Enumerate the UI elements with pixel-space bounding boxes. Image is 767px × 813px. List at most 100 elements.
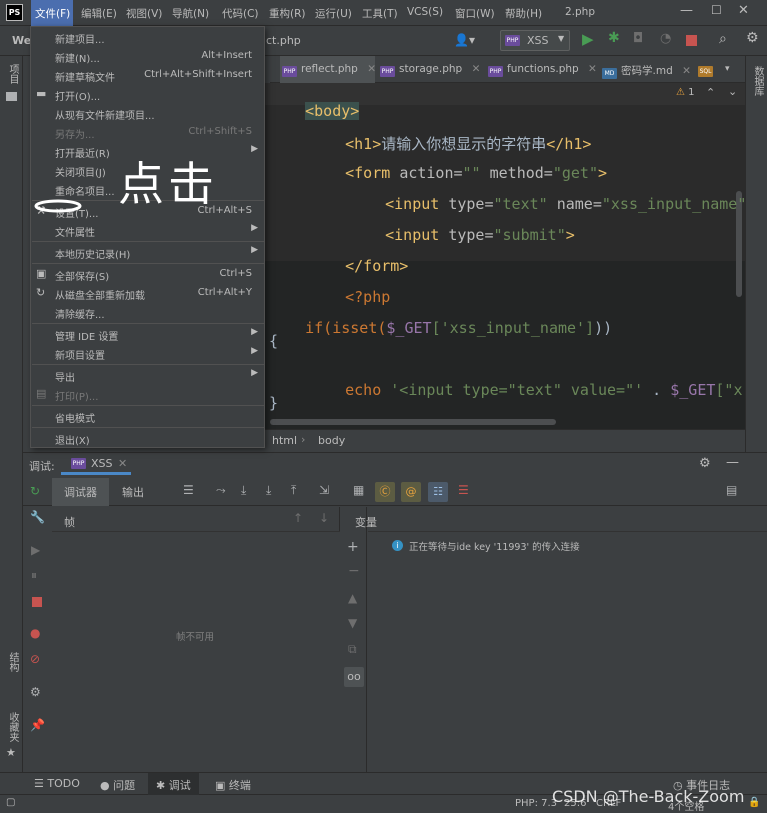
- menu-item-print[interactable]: ▤ 打印(P)...: [31, 385, 264, 404]
- break-on-first-line-icon[interactable]: Ⓒ: [375, 482, 395, 502]
- menu-file[interactable]: 文件(F): [31, 0, 73, 26]
- menu-item-new-from-existing[interactable]: 从现有文件新建项目...: [31, 104, 264, 123]
- minimize-icon[interactable]: —: [680, 3, 693, 18]
- close-icon[interactable]: ✕: [682, 65, 691, 77]
- evaluate-icon[interactable]: ▦: [353, 483, 364, 497]
- force-step-into-icon[interactable]: ⤓: [266, 483, 271, 498]
- settings-icon[interactable]: ⚙: [699, 456, 711, 471]
- menu-lines-icon[interactable]: ☰: [183, 483, 194, 497]
- run-config-select[interactable]: PHP XSS ▼: [500, 30, 570, 51]
- menu-item-local-history[interactable]: 本地历史记录(H) ▶: [31, 243, 264, 262]
- menu-item-manage-ide-settings[interactable]: 管理 IDE 设置 ▶: [31, 325, 264, 344]
- frame-down-icon[interactable]: ↓: [319, 511, 329, 525]
- add-icon[interactable]: +: [347, 539, 359, 555]
- php-version[interactable]: PHP: 7.3: [515, 798, 557, 809]
- mute-breakpoints-icon[interactable]: ⊘: [30, 652, 40, 666]
- view-breakpoints-icon[interactable]: ●: [30, 626, 40, 640]
- list-view-icon[interactable]: ☷: [428, 482, 448, 502]
- debug-session-tab[interactable]: PHP XSS ✕: [61, 453, 131, 475]
- project-tool-button[interactable]: 项目: [5, 64, 20, 84]
- run-icon[interactable]: ▶: [582, 30, 594, 48]
- user-icon[interactable]: 👤▾: [454, 33, 475, 47]
- stop-icon[interactable]: [686, 35, 697, 46]
- pause-icon[interactable]: ⏸: [31, 568, 37, 583]
- menu-view[interactable]: 视图(V): [126, 6, 162, 21]
- menu-item-export[interactable]: 导出 ▶: [31, 366, 264, 385]
- menu-run[interactable]: 运行(U): [315, 6, 352, 21]
- settings-icon[interactable]: ⚙: [746, 30, 759, 46]
- tab-crypto-md[interactable]: MD 密码学.md ✕: [602, 56, 691, 83]
- rerun-icon[interactable]: ↻: [30, 484, 40, 498]
- settings-icon[interactable]: ⚙: [30, 685, 41, 699]
- menu-code[interactable]: 代码(C): [222, 6, 259, 21]
- layout-icon[interactable]: ▤: [726, 483, 737, 497]
- menu-item-file-properties[interactable]: 文件属性 ▶: [31, 221, 264, 240]
- tabs-dropdown-icon[interactable]: ▾: [725, 56, 730, 83]
- frame-up-icon[interactable]: ↑: [293, 511, 303, 525]
- menu-item-open[interactable]: ▬ 打开(O)...: [31, 85, 264, 104]
- step-into-icon[interactable]: ⤓: [241, 483, 246, 498]
- terminal-tool-button[interactable]: ▣ 终端: [215, 777, 251, 793]
- lock-icon[interactable]: 🔒: [748, 797, 760, 808]
- menu-tools[interactable]: 工具(T): [362, 6, 398, 21]
- tab-reflect[interactable]: PHP reflect.php ✕: [280, 56, 376, 83]
- maximize-icon[interactable]: ☐: [711, 3, 722, 17]
- profile-icon[interactable]: ◔: [660, 31, 671, 46]
- tab-debugger[interactable]: 调试器: [52, 478, 109, 506]
- search-icon[interactable]: ⌕: [719, 31, 727, 47]
- menu-navigate[interactable]: 导航(N): [172, 6, 209, 21]
- close-icon[interactable]: ✕: [738, 3, 749, 18]
- nav-down-icon[interactable]: ⌄: [728, 85, 737, 98]
- menu-vcs[interactable]: VCS(S): [407, 6, 443, 18]
- menu-help[interactable]: 帮助(H): [505, 6, 542, 21]
- tab-storage[interactable]: PHP storage.php ✕: [380, 56, 480, 83]
- glasses-icon[interactable]: oo: [344, 667, 364, 687]
- listen-debug-icon[interactable]: @: [401, 482, 421, 502]
- problems-tool-button[interactable]: ● 问题: [100, 777, 135, 793]
- favorites-tool-button[interactable]: 收藏夹: [5, 712, 20, 742]
- step-out-icon[interactable]: ⤒: [291, 483, 296, 498]
- menu-item-save-as[interactable]: 另存为... Ctrl+Shift+S: [31, 123, 264, 142]
- menu-item-invalidate-caches[interactable]: 清除缓存...: [31, 303, 264, 322]
- close-icon[interactable]: ✕: [118, 457, 127, 470]
- code-editor[interactable]: ⚠ 1 ⌃ ⌄ <body> <h1>请输入你想显示的字符串</h1> <for…: [262, 83, 745, 429]
- breadcrumb-item[interactable]: body: [318, 434, 345, 447]
- menu-edit[interactable]: 编辑(E): [81, 6, 117, 21]
- minimize-panel-icon[interactable]: —: [726, 455, 739, 470]
- warning-indicator[interactable]: ⚠ 1: [676, 87, 695, 98]
- menu-item-new-scratch[interactable]: 新建草稿文件 Ctrl+Alt+Shift+Insert: [31, 66, 264, 85]
- menu-item-exit[interactable]: 退出(X): [31, 429, 264, 448]
- debug-icon[interactable]: ✱: [608, 30, 620, 46]
- tab-functions[interactable]: PHP functions.php ✕: [488, 56, 597, 83]
- run-to-cursor-icon[interactable]: ⇲: [319, 483, 329, 497]
- database-tool-button[interactable]: 数据库: [750, 66, 765, 96]
- menu-window[interactable]: 窗口(W): [455, 6, 495, 21]
- menu-item-new[interactable]: 新建(N)... Alt+Insert: [31, 47, 264, 66]
- coverage-icon[interactable]: ◘: [633, 31, 643, 46]
- copy-icon[interactable]: ⧉: [348, 642, 357, 657]
- move-down-icon[interactable]: ▼: [348, 616, 357, 630]
- stop-icon[interactable]: [32, 597, 42, 607]
- remove-icon[interactable]: −: [348, 563, 360, 579]
- close-icon[interactable]: ✕: [367, 63, 376, 75]
- nav-up-icon[interactable]: ⌃: [706, 86, 715, 99]
- todo-tool-button[interactable]: ☰ TODO: [34, 777, 80, 790]
- tab-output[interactable]: 输出: [122, 484, 144, 500]
- close-icon[interactable]: ✕: [472, 63, 481, 75]
- close-icon[interactable]: ✕: [588, 63, 597, 75]
- menu-refactor[interactable]: 重构(R): [269, 6, 306, 21]
- wrench-icon[interactable]: 🔧: [30, 510, 45, 524]
- menu-item-power-save[interactable]: 省电模式: [31, 407, 264, 426]
- pin-icon[interactable]: 📌: [30, 718, 45, 732]
- breadcrumb-item[interactable]: html: [272, 434, 297, 447]
- editor-hscrollbar[interactable]: [270, 419, 556, 425]
- menu-item-save-all[interactable]: ▣ 全部保存(S) Ctrl+S: [31, 265, 264, 284]
- structure-tool-button[interactable]: 结构: [5, 652, 20, 672]
- resume-icon[interactable]: ▶: [31, 543, 40, 557]
- menu-item-new-project[interactable]: 新建项目...: [31, 28, 264, 47]
- menu-item-reload-all[interactable]: ↻ 从磁盘全部重新加载 Ctrl+Alt+Y: [31, 284, 264, 303]
- step-over-icon[interactable]: ⤳: [216, 483, 226, 498]
- add-watch-icon[interactable]: ☰: [458, 483, 469, 497]
- move-up-icon[interactable]: ▲: [348, 591, 357, 605]
- sql-file-icon[interactable]: SQL: [698, 56, 717, 83]
